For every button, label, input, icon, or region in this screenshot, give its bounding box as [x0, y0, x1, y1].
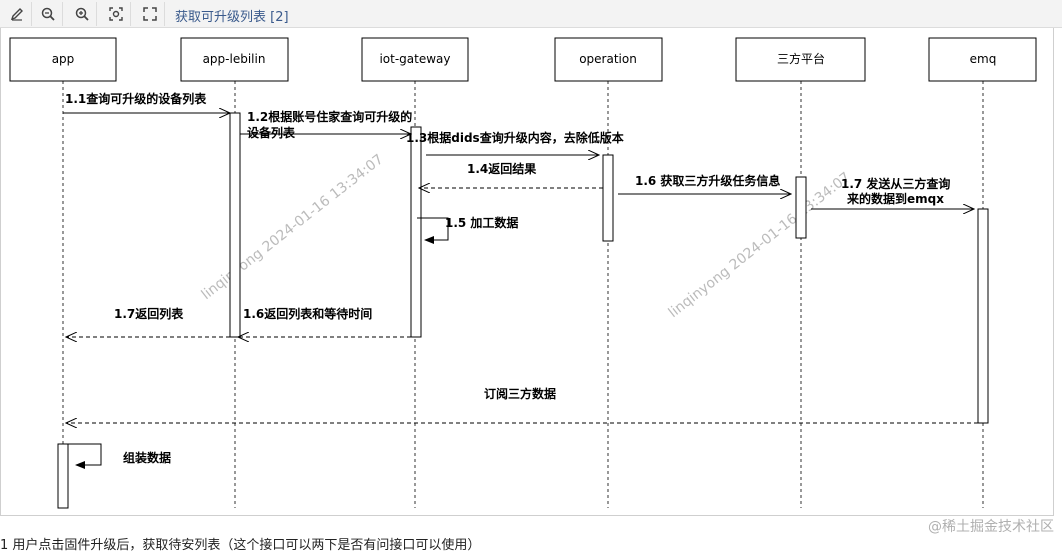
edit-icon[interactable]	[2, 2, 32, 26]
fit-view-icon[interactable]	[101, 2, 131, 26]
watermark-right: linqinyong 2024-01-16 13:34:07	[666, 169, 854, 321]
actor-boxes: app app-lebilin iot-gateway operation 三方…	[9, 37, 1037, 82]
actor-label-iot-gateway: iot-gateway	[379, 52, 450, 66]
label-1-6-third-party: 1.6 获取三方升级任务信息	[635, 173, 780, 188]
footer-note: 1 用户点击固件升级后，获取待安列表（这个接口可以两下是否有问接口可以使用）	[0, 538, 481, 553]
activation-third-party	[795, 176, 807, 239]
label-1-1: 1.1查询可升级的设备列表	[65, 91, 207, 106]
arrow-1-5	[417, 217, 449, 244]
activation-app-lebilin	[229, 112, 241, 338]
actor-label-emq: emq	[970, 52, 997, 66]
fullscreen-icon[interactable]	[135, 2, 165, 26]
label-1-4: 1.4返回结果	[467, 161, 536, 176]
label-1-3: 1.3根据dids查询升级内容，去除低版本	[406, 130, 624, 145]
activation-iot-gateway	[410, 126, 422, 338]
actor-label-operation: operation	[579, 52, 637, 66]
diagram-canvas: linqinyong 2024-01-16 13:34:07 linqinyon…	[0, 28, 1054, 516]
label-1-6-return: 1.6返回列表和等待时间	[243, 306, 372, 321]
toolbar: 获取可升级列表 [2]	[0, 0, 1062, 28]
sequence-diagram: linqinyong 2024-01-16 13:34:07 linqinyon…	[9, 37, 1037, 509]
label-1-5: 1.5 加工数据	[445, 215, 518, 230]
message-labels: 1.1查询可升级的设备列表 1.2根据账号住家查询可升级的 设备列表 1.3根据…	[65, 91, 950, 465]
zoom-in-icon[interactable]	[67, 2, 97, 26]
watermark-left: linqinyong 2024-01-16 13:34:07	[199, 151, 387, 303]
brand-watermark: @稀土掘金技术社区	[928, 519, 1054, 535]
actor-label-app: app	[52, 52, 75, 66]
label-1-2-line2: 设备列表	[247, 125, 296, 140]
label-1-7-emq-line1: 1.7 发送从三方查询	[841, 176, 950, 191]
label-1-7-return: 1.7返回列表	[114, 306, 184, 321]
label-assemble: 组装数据	[123, 450, 171, 465]
label-1-7-emq-line2: 来的数据到emqx	[846, 191, 944, 206]
actor-label-app-lebilin: app-lebilin	[203, 52, 266, 66]
diagram-title: 获取可升级列表 [2]	[175, 10, 289, 25]
activation-emq	[977, 208, 989, 424]
arrow-assemble	[68, 443, 102, 469]
actor-label-third-party: 三方平台	[777, 51, 825, 66]
label-subscribe: 订阅三方数据	[484, 386, 556, 401]
zoom-out-icon[interactable]	[33, 2, 63, 26]
activation-app	[57, 443, 69, 509]
label-1-2-line1: 1.2根据账号住家查询可升级的	[247, 109, 412, 124]
activation-operation	[602, 154, 614, 242]
